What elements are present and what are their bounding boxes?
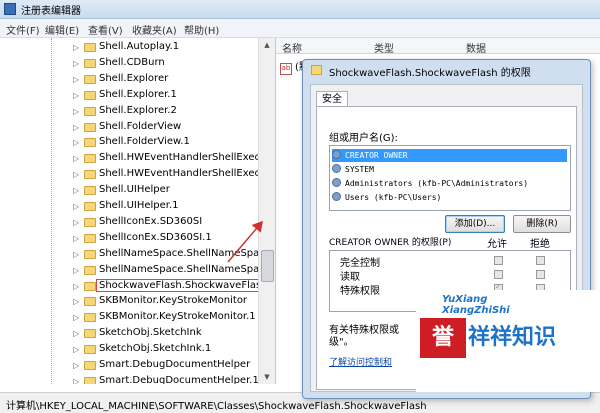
remove-button[interactable]: 删除(R) — [513, 215, 571, 233]
permissions-label: CREATOR OWNER 的权限(P) — [329, 238, 452, 248]
watermark-line2: XiangZhiShi — [442, 305, 510, 316]
permission-row: 完全控制 — [330, 254, 568, 269]
folder-icon — [311, 65, 322, 75]
dialog-title: ShockwaveFlash.ShockwaveFlash 的权限 — [329, 68, 531, 79]
add-button[interactable]: 添加(D)... — [445, 215, 505, 233]
watermark-char1: 誉 — [431, 325, 454, 350]
watermark-pinyin: YuXiang XiangZhiShi — [442, 294, 510, 316]
tab-security[interactable]: 安全 — [316, 91, 348, 107]
user-icon — [332, 150, 341, 159]
user-icon — [332, 192, 341, 201]
permission-name: 读取 — [340, 272, 360, 283]
allow-checkbox[interactable] — [494, 256, 503, 265]
permission-name: 特殊权限 — [340, 286, 380, 297]
users-list[interactable]: CREATOR OWNER SYSTEM Administrators (kfb… — [329, 145, 571, 211]
deny-header: 拒绝 — [530, 239, 550, 250]
learn-access-control-link[interactable]: 了解访问控制和 — [329, 355, 392, 368]
user-item[interactable]: Administrators (kfb-PC\Administrators) — [332, 177, 567, 190]
user-item[interactable]: Users (kfb-PC\Users) — [332, 191, 567, 204]
allow-header: 允许 — [487, 239, 507, 250]
permission-row: 读取 — [330, 268, 568, 283]
deny-checkbox[interactable] — [536, 270, 545, 279]
user-icon — [332, 178, 341, 187]
user-item[interactable]: SYSTEM — [332, 163, 567, 176]
watermark-logo: YuXiang XiangZhiShi 誉 祥祥知识 — [416, 290, 600, 392]
user-name: Administrators (kfb-PC\Administrators) — [345, 179, 529, 188]
allow-checkbox[interactable] — [494, 270, 503, 279]
user-item[interactable]: CREATOR OWNER — [332, 149, 567, 162]
deny-checkbox[interactable] — [536, 256, 545, 265]
advanced-text-2: 级"。 — [329, 337, 354, 348]
user-name: CREATOR OWNER — [345, 151, 408, 160]
arrow-to-key — [227, 220, 263, 263]
watermark-chars: 祥祥知识 — [468, 325, 557, 350]
group-label: 组或用户名(G): — [329, 133, 398, 144]
permission-name: 完全控制 — [340, 258, 380, 269]
user-name: SYSTEM — [345, 165, 374, 174]
user-name: Users (kfb-PC\Users) — [345, 193, 442, 202]
watermark-line1: YuXiang — [442, 294, 488, 305]
user-icon — [332, 164, 341, 173]
